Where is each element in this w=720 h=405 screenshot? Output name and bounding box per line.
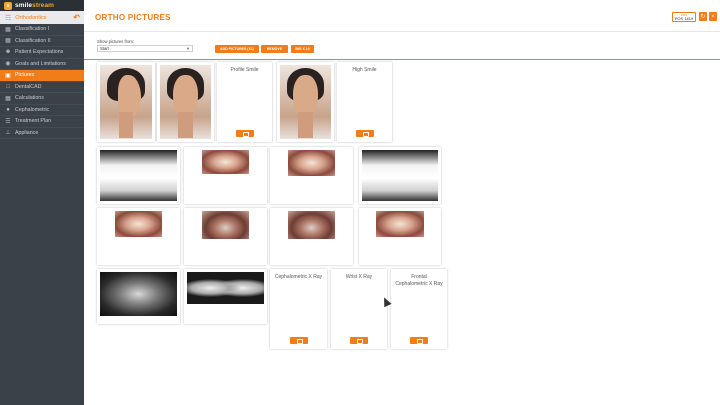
brand-prefix: smile bbox=[15, 2, 33, 9]
section-label: Orthodontics bbox=[15, 14, 47, 21]
photo-card-intraoral-lateral-left[interactable] bbox=[359, 208, 441, 265]
refresh-icon[interactable]: ↻ bbox=[699, 12, 707, 21]
smilestream-logo-icon: s bbox=[4, 1, 12, 10]
photo-card-intraoral-smile[interactable] bbox=[270, 147, 353, 204]
sidebar-item-treatment-plan[interactable]: ☰ Treatment Plan bbox=[0, 116, 84, 128]
model-right-photo bbox=[100, 150, 177, 201]
clipboard-icon: ▦ bbox=[5, 38, 11, 45]
camera-icon[interactable] bbox=[355, 130, 374, 137]
photo-card-occlusal-lower[interactable] bbox=[270, 208, 353, 265]
appliance-icon: ⊥ bbox=[5, 130, 11, 137]
photo-card-occlusal-upper[interactable] bbox=[184, 208, 267, 265]
intraoral-lateral-right-photo bbox=[115, 211, 162, 237]
card-title: Frontal Cephalometric X Ray bbox=[395, 274, 443, 287]
sidebar-item-pictures[interactable]: ▣ Pictures bbox=[0, 70, 84, 82]
occlusal-upper-photo bbox=[202, 211, 249, 239]
page-title: ORTHO PICTURES bbox=[95, 13, 171, 22]
back-arrow-icon[interactable]: ↶ bbox=[73, 13, 80, 22]
chevron-down-icon: ▼ bbox=[186, 46, 190, 51]
page-header: ORTHO PICTURES POS POS 1819 ↻ × bbox=[84, 0, 720, 32]
target-icon: ◉ bbox=[5, 61, 11, 68]
remove-button[interactable]: REMOVE bbox=[261, 45, 288, 53]
clipboard-icon: ▦ bbox=[5, 26, 11, 33]
profile-photo bbox=[100, 65, 152, 139]
head-icon: ● bbox=[6, 106, 10, 113]
close-icon[interactable]: × bbox=[709, 12, 717, 21]
card-title: High Smile bbox=[352, 67, 377, 73]
pos-badge[interactable]: POS POS 1819 bbox=[672, 12, 696, 22]
panoramic-xray-image bbox=[100, 272, 177, 316]
tooth-icon: ☶ bbox=[5, 14, 12, 22]
sidebar-item-appliance[interactable]: ⊥ Appliance bbox=[0, 128, 84, 139]
add-pictures-button[interactable]: ADD PICTURES (X1) bbox=[215, 45, 259, 53]
photo-card-high-smile[interactable]: High Smile bbox=[337, 62, 392, 142]
sidebar-item-cephalometric[interactable]: ● Cephalometric bbox=[0, 105, 84, 116]
sidebar-item-calculations[interactable]: ▦ Calculations bbox=[0, 93, 84, 105]
brand-suffix: stream bbox=[32, 2, 55, 9]
camera-icon[interactable] bbox=[410, 337, 428, 344]
photo-card-frontal-smile[interactable] bbox=[157, 62, 214, 142]
camera-icon[interactable] bbox=[235, 130, 254, 137]
card-title: Profile Smile bbox=[230, 67, 259, 73]
photo-card-intraoral-front[interactable] bbox=[184, 147, 267, 204]
big-button[interactable]: BIG X 10 bbox=[291, 45, 314, 53]
intraoral-front-photo bbox=[202, 150, 249, 174]
photo-card-frontal-ceph-xray[interactable]: Frontal Cephalometric X Ray bbox=[391, 269, 447, 349]
show-pictures-label: Show pictures from: bbox=[97, 39, 135, 44]
xray-models-image bbox=[187, 272, 264, 304]
intraoral-lateral-left-photo bbox=[376, 211, 424, 237]
frontal-smile-photo bbox=[160, 65, 211, 139]
brand-logo: s smilestream bbox=[0, 0, 84, 11]
photo-card-model-left[interactable] bbox=[359, 147, 441, 204]
photo-card-panoramic-xray[interactable] bbox=[97, 269, 180, 324]
person-icon: ☻ bbox=[4, 49, 12, 56]
sidebar-item-classification-1[interactable]: ▦ Classification I bbox=[0, 24, 84, 36]
sidebar: s smilestream ☶ Orthodontics ↶ ▦ Classifi… bbox=[0, 0, 84, 405]
sidebar-item-patient-expectations[interactable]: ☻ Patient Expectations bbox=[0, 47, 84, 59]
calculator-icon: ▦ bbox=[5, 95, 11, 102]
frontal-photo bbox=[280, 65, 331, 139]
photo-card-frontal[interactable] bbox=[277, 62, 334, 142]
sidebar-item-classification-2[interactable]: ▦ Classification II bbox=[0, 36, 84, 47]
photo-card-wrist-xray[interactable]: Wrist X Ray bbox=[331, 269, 387, 349]
photo-card-xray-models[interactable] bbox=[184, 269, 267, 324]
card-title: Cephalometric X Ray bbox=[274, 274, 323, 280]
sidebar-item-goals-limitations[interactable]: ◉ Goals and Limitations bbox=[0, 59, 84, 70]
sidebar-item-dentalcad[interactable]: □ DentalCAD bbox=[0, 82, 84, 93]
cad-icon: □ bbox=[6, 83, 10, 90]
photo-card-ceph-xray[interactable]: Cephalometric X Ray bbox=[270, 269, 327, 349]
intraoral-smile-photo bbox=[288, 150, 335, 176]
photo-card-profile[interactable] bbox=[97, 62, 155, 142]
pictures-toolbar: Show pictures from: Start ▼ ADD PICTURES… bbox=[84, 33, 720, 60]
model-left-photo bbox=[362, 150, 438, 201]
section-header-orthodontics[interactable]: ☶ Orthodontics ↶ bbox=[0, 11, 84, 24]
photo-card-intraoral-lateral-right[interactable] bbox=[97, 208, 180, 265]
photo-card-profile-smile[interactable]: Profile Smile bbox=[217, 62, 272, 142]
occlusal-lower-photo bbox=[288, 211, 335, 239]
photo-card-model-right[interactable] bbox=[97, 147, 180, 204]
camera-icon[interactable] bbox=[350, 337, 368, 344]
card-title: Wrist X Ray bbox=[345, 274, 373, 280]
camera-icon[interactable] bbox=[289, 337, 308, 344]
checklist-icon: ☰ bbox=[5, 118, 11, 125]
pictures-source-select[interactable]: Start ▼ bbox=[97, 45, 193, 52]
picture-icon: ▣ bbox=[5, 72, 11, 79]
